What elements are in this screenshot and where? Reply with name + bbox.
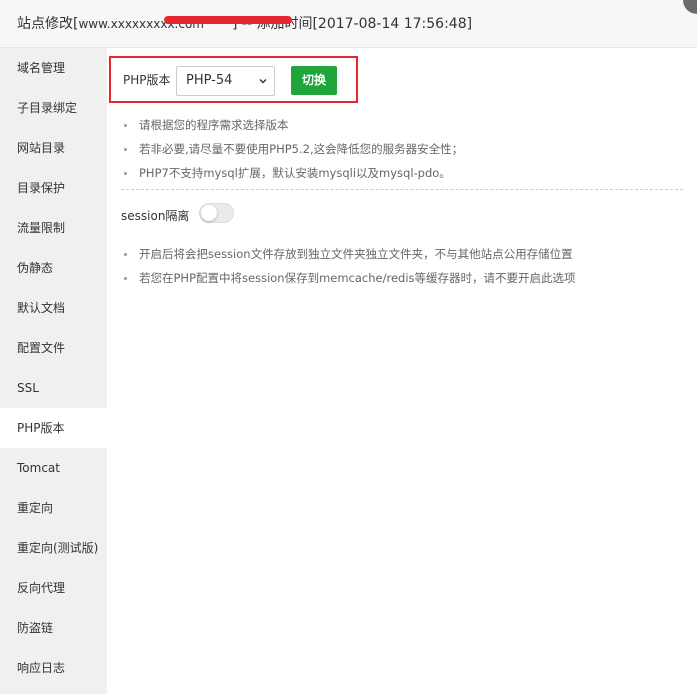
tip-text: 请根据您的程序需求选择版本 bbox=[139, 118, 289, 132]
window-title-prefix: 站点修改[ bbox=[17, 16, 79, 32]
sidebar-item-reverse-proxy[interactable]: 反向代理 bbox=[0, 568, 107, 608]
php-tips-list: 请根据您的程序需求选择版本 若非必要,请尽量不要使用PHP5.2,这会降低您的服… bbox=[121, 113, 691, 185]
sidebar-item-traffic-limit[interactable]: 流量限制 bbox=[0, 208, 107, 248]
sidebar-item-rewrite[interactable]: 伪静态 bbox=[0, 248, 107, 288]
php-version-selected-value: PHP-54 bbox=[186, 73, 233, 88]
list-item: 若您在PHP配置中将session保存到memcache/redis等缓存器时，… bbox=[121, 266, 691, 290]
php-version-box: PHP版本 PHP-54 切换 bbox=[109, 56, 358, 103]
dashed-divider bbox=[121, 189, 683, 190]
session-tips-list: 开启后将会把session文件存放到独立文件夹独立文件夹，不与其他站点公用存储位… bbox=[121, 242, 691, 290]
sidebar-item-default-document[interactable]: 默认文档 bbox=[0, 288, 107, 328]
bullet-icon bbox=[124, 124, 127, 127]
redaction-mark bbox=[163, 16, 292, 24]
sidebar-item-redirect-beta[interactable]: 重定向(测试版) bbox=[0, 528, 107, 568]
sidebar-item-hotlink-protection[interactable]: 防盗链 bbox=[0, 608, 107, 648]
list-item: 开启后将会把session文件存放到独立文件夹独立文件夹，不与其他站点公用存储位… bbox=[121, 242, 691, 266]
tip-text: 若非必要,请尽量不要使用PHP5.2,这会降低您的服务器安全性； bbox=[139, 142, 464, 156]
php-version-select[interactable]: PHP-54 bbox=[176, 66, 275, 96]
tip-text: 若您在PHP配置中将session保存到memcache/redis等缓存器时，… bbox=[139, 271, 576, 285]
sidebar-item-redirect[interactable]: 重定向 bbox=[0, 488, 107, 528]
sidebar-item-subdirectory-binding[interactable]: 子目录绑定 bbox=[0, 88, 107, 128]
main-panel: PHP版本 PHP-54 切换 请根据您的程序需求选择版本 若非必要,请尽量不要… bbox=[107, 48, 697, 694]
bullet-icon bbox=[124, 253, 127, 256]
toggle-knob bbox=[201, 205, 217, 221]
bullet-icon bbox=[124, 277, 127, 280]
php-version-label: PHP版本 bbox=[123, 73, 171, 87]
switch-php-button[interactable]: 切换 bbox=[291, 66, 337, 95]
sidebar-item-response-log[interactable]: 响应日志 bbox=[0, 648, 107, 688]
window-title-bar: 站点修改[www.xxxxxxxxx.com] -- 添加时间[2017-08-… bbox=[0, 0, 697, 48]
sidebar-item-domain-management[interactable]: 域名管理 bbox=[0, 48, 107, 88]
sidebar-item-site-directory[interactable]: 网站目录 bbox=[0, 128, 107, 168]
chevron-down-icon bbox=[259, 79, 267, 84]
session-isolation-label: session隔离 bbox=[121, 209, 190, 223]
tip-text: PHP7不支持mysql扩展，默认安装mysqli以及mysql-pdo。 bbox=[139, 166, 451, 180]
sidebar-item-ssl[interactable]: SSL bbox=[0, 368, 107, 408]
bullet-icon bbox=[124, 172, 127, 175]
sidebar-item-config-file[interactable]: 配置文件 bbox=[0, 328, 107, 368]
tip-text: 开启后将会把session文件存放到独立文件夹独立文件夹，不与其他站点公用存储位… bbox=[139, 247, 573, 261]
sidebar-item-directory-protection[interactable]: 目录保护 bbox=[0, 168, 107, 208]
session-isolation-toggle[interactable] bbox=[199, 203, 234, 223]
sidebar-item-tomcat[interactable]: Tomcat bbox=[0, 448, 107, 488]
sidebar: 域名管理 子目录绑定 网站目录 目录保护 流量限制 伪静态 默认文档 配置文件 … bbox=[0, 48, 107, 694]
sidebar-item-php-version[interactable]: PHP版本 bbox=[0, 408, 107, 448]
list-item: 若非必要,请尽量不要使用PHP5.2,这会降低您的服务器安全性； bbox=[121, 137, 691, 161]
list-item: 请根据您的程序需求选择版本 bbox=[121, 113, 691, 137]
list-item: PHP7不支持mysql扩展，默认安装mysqli以及mysql-pdo。 bbox=[121, 161, 691, 185]
bullet-icon bbox=[124, 148, 127, 151]
